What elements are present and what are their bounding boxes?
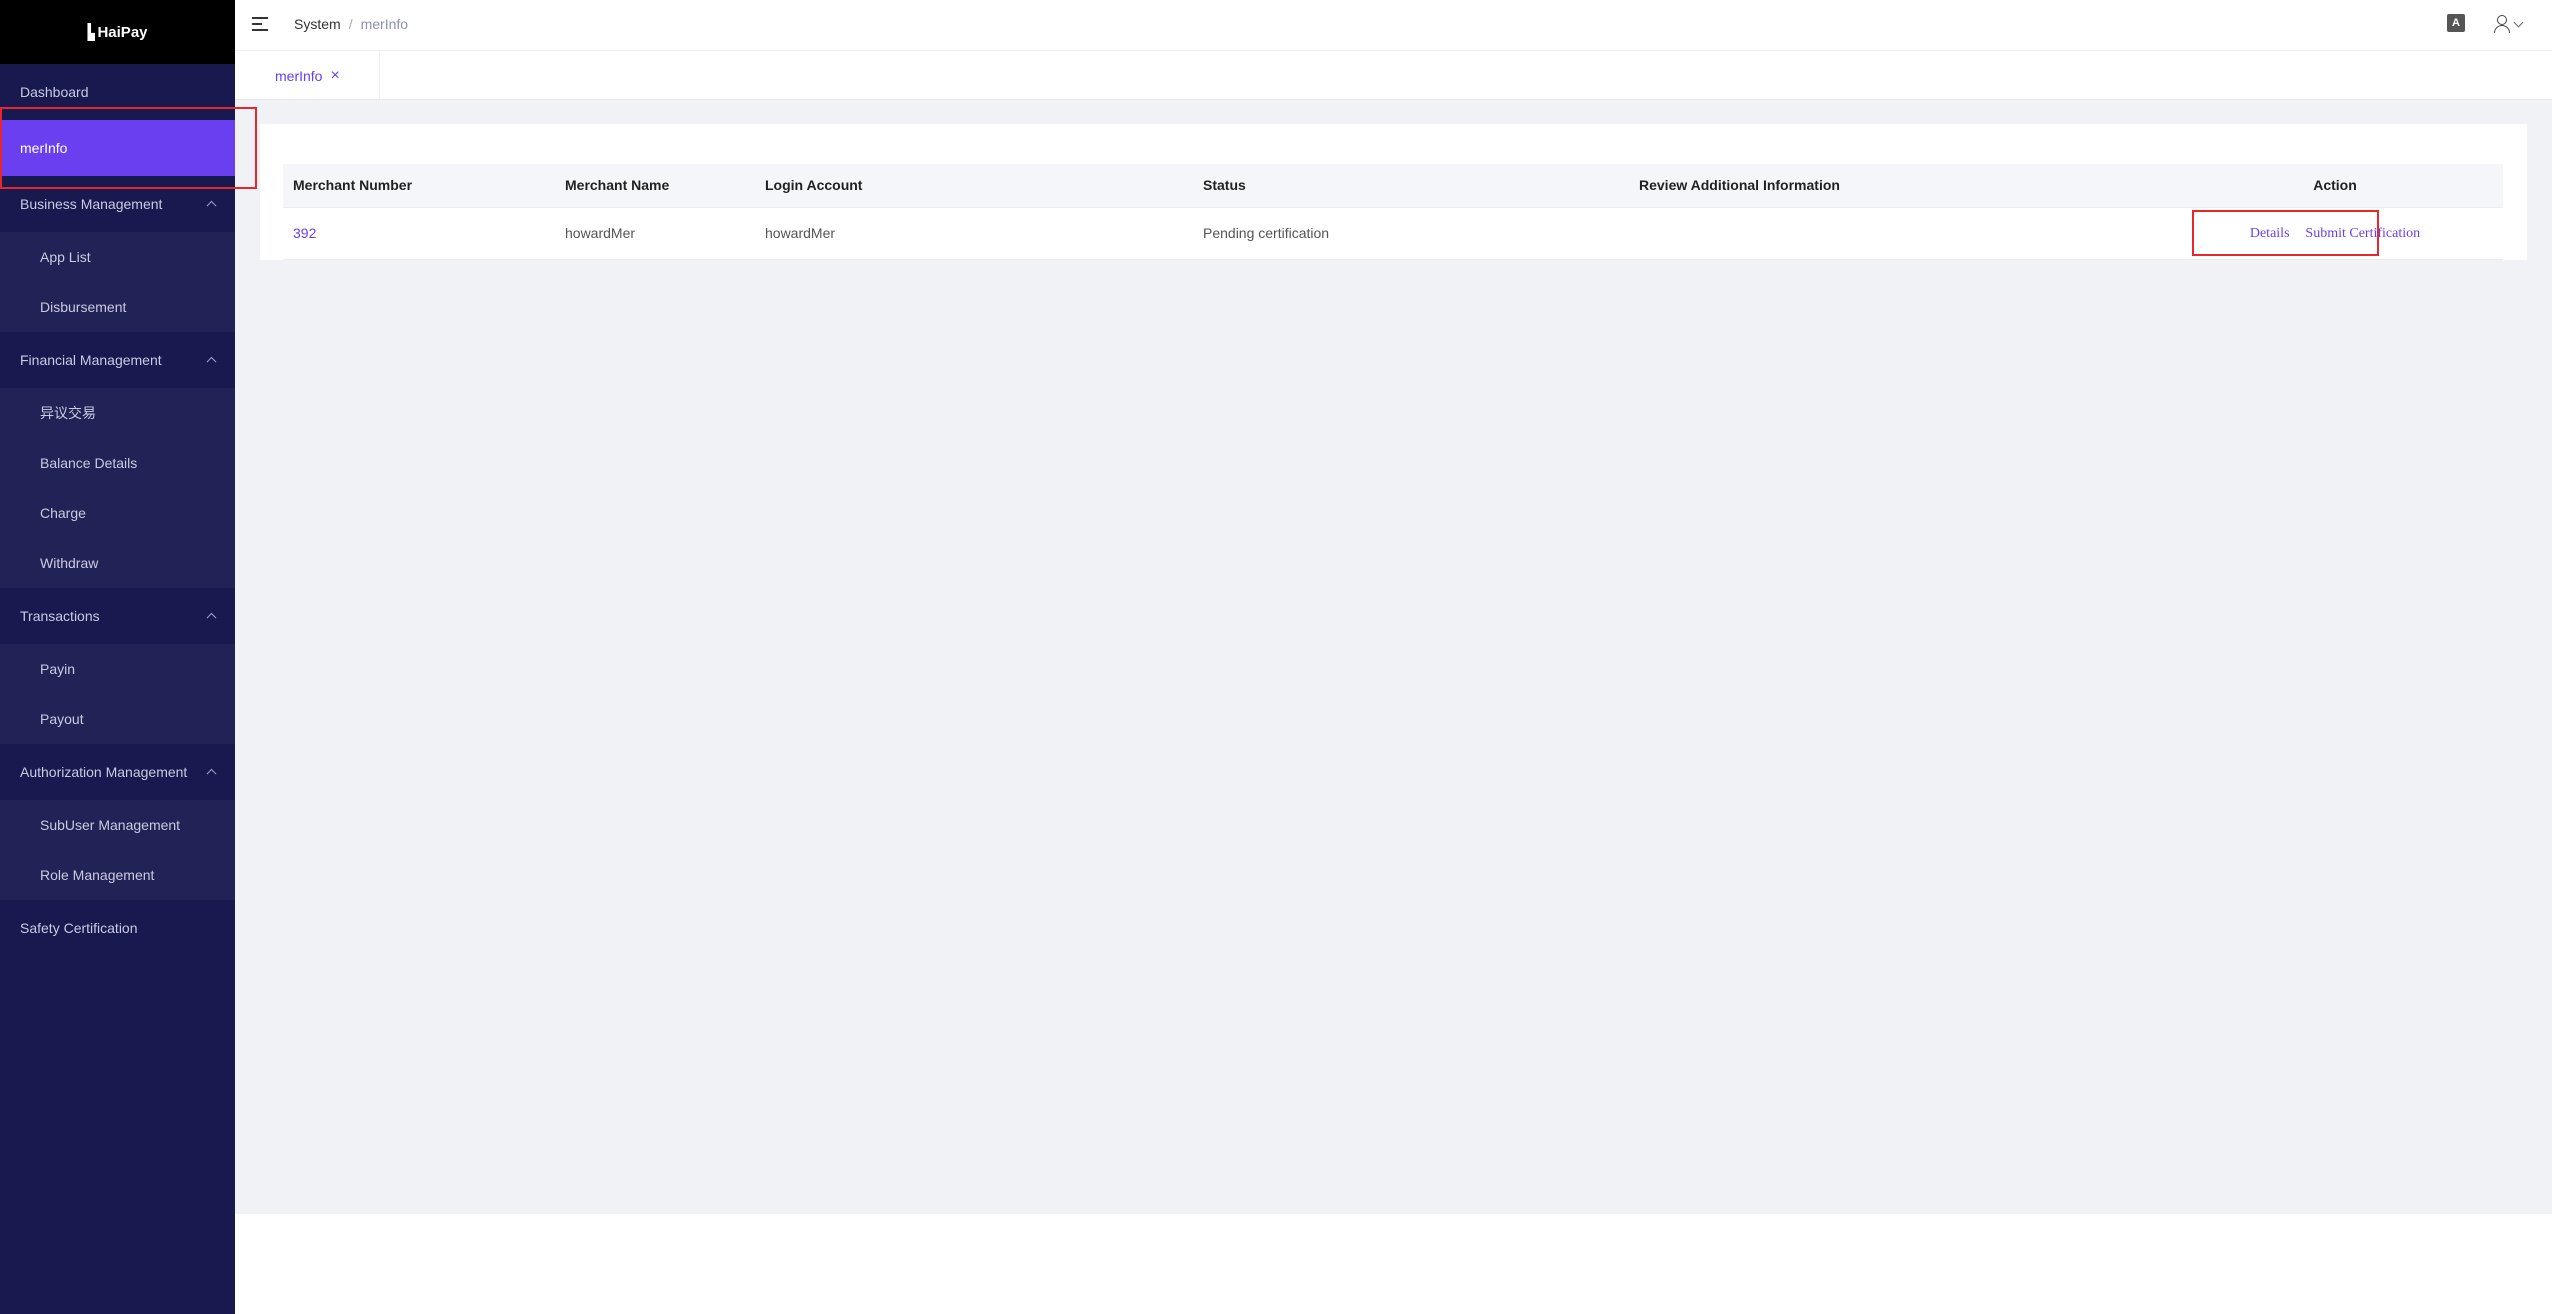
sidebar-item-subuser-management[interactable]: SubUser Management [0, 800, 235, 850]
chevron-up-icon [206, 612, 217, 623]
breadcrumb-separator: / [348, 16, 353, 32]
sidebar-item-label: Authorization Management [20, 764, 188, 780]
sidebar-item-label: Payin [40, 661, 76, 677]
footer-area [235, 1214, 2552, 1314]
sidebar-item-role-management[interactable]: Role Management [0, 850, 235, 900]
sidebar-item-label: Payout [40, 711, 84, 727]
merchant-number-link[interactable]: 392 [293, 225, 316, 241]
column-header-review-info: Review Additional Information [1629, 164, 2167, 208]
sidebar-item-safety-certification[interactable]: Safety Certification [0, 900, 235, 956]
tabs-bar: merInfo × [235, 51, 2552, 100]
table-header-row: Merchant Number Merchant Name Login Acco… [283, 164, 2503, 208]
sidebar-item-label: Business Management [20, 196, 163, 212]
merchant-table-card: Merchant Number Merchant Name Login Acco… [260, 124, 2527, 260]
sidebar-group-authorization-management[interactable]: Authorization Management [0, 744, 235, 800]
sidebar-item-label: Financial Management [20, 352, 162, 368]
sidebar-item-disputed-transactions[interactable]: 异议交易 [0, 388, 235, 438]
column-header-status: Status [1193, 164, 1629, 208]
sidebar-item-label: SubUser Management [40, 817, 181, 833]
cell-review-info [1629, 207, 2167, 260]
sidebar-item-payin[interactable]: Payin [0, 644, 235, 694]
highlight-box-merinfo [0, 107, 257, 189]
sidebar-group-financial-management[interactable]: Financial Management [0, 332, 235, 388]
column-header-login-account: Login Account [755, 164, 1193, 208]
cell-merchant-name: howardMer [555, 207, 755, 260]
haipay-logo: HaiPay [0, 0, 235, 64]
sidebar-item-charge[interactable]: Charge [0, 488, 235, 538]
sidebar-item-label: Balance Details [40, 455, 138, 471]
sidebar-item-label: 异议交易 [40, 405, 96, 421]
sidebar-item-disbursement[interactable]: Disbursement [0, 282, 235, 332]
tab-label: merInfo [275, 67, 323, 84]
column-header-merchant-name: Merchant Name [555, 164, 755, 208]
language-icon-label: A [2452, 17, 2460, 29]
breadcrumb-item-system[interactable]: System [294, 16, 341, 32]
column-header-merchant-number: Merchant Number [283, 164, 555, 208]
sidebar-item-balance-details[interactable]: Balance Details [0, 438, 235, 488]
sidebar-item-label: Transactions [20, 608, 100, 624]
close-icon[interactable]: × [330, 67, 339, 85]
sidebar-item-label: App List [40, 249, 91, 265]
sidebar-item-label: Withdraw [40, 555, 99, 571]
chevron-up-icon [206, 200, 217, 211]
sidebar: HaiPay Dashboard merInfo Business Manage… [0, 0, 235, 1314]
sidebar-item-label: Charge [40, 505, 86, 521]
user-icon[interactable] [2493, 15, 2511, 33]
merchant-table: Merchant Number Merchant Name Login Acco… [283, 164, 2503, 260]
chevron-up-icon [206, 768, 217, 779]
chevron-down-icon[interactable] [2513, 17, 2524, 28]
breadcrumb-item-merinfo: merInfo [360, 16, 409, 32]
cell-login-account: howardMer [755, 207, 1193, 260]
sidebar-item-payout[interactable]: Payout [0, 694, 235, 744]
chevron-up-icon [206, 356, 217, 367]
highlight-box-actions [2192, 210, 2379, 256]
language-icon[interactable]: A [2447, 14, 2465, 32]
tab-merinfo[interactable]: merInfo × [235, 51, 380, 100]
table-row: 392 howardMer howardMer Pending certific… [283, 207, 2503, 260]
sidebar-group-transactions[interactable]: Transactions [0, 588, 235, 644]
haipay-logo-icon [87, 23, 96, 41]
column-header-action: Action [2167, 164, 2503, 208]
menu-toggle-icon[interactable] [252, 17, 268, 31]
breadcrumb: System / merInfo [294, 16, 408, 32]
app-name: HaiPay [97, 23, 148, 41]
cell-status: Pending certification [1193, 207, 1629, 260]
sidebar-item-label: Disbursement [40, 299, 127, 315]
sidebar-item-label: Safety Certification [20, 920, 138, 936]
top-header: System / merInfo A [235, 0, 2552, 51]
sidebar-item-label: Dashboard [20, 84, 89, 100]
sidebar-item-app-list[interactable]: App List [0, 232, 235, 282]
sidebar-item-label: Role Management [40, 867, 155, 883]
cell-merchant-number[interactable]: 392 [283, 207, 555, 260]
main-content: Merchant Number Merchant Name Login Acco… [235, 100, 2552, 1214]
sidebar-item-withdraw[interactable]: Withdraw [0, 538, 235, 588]
